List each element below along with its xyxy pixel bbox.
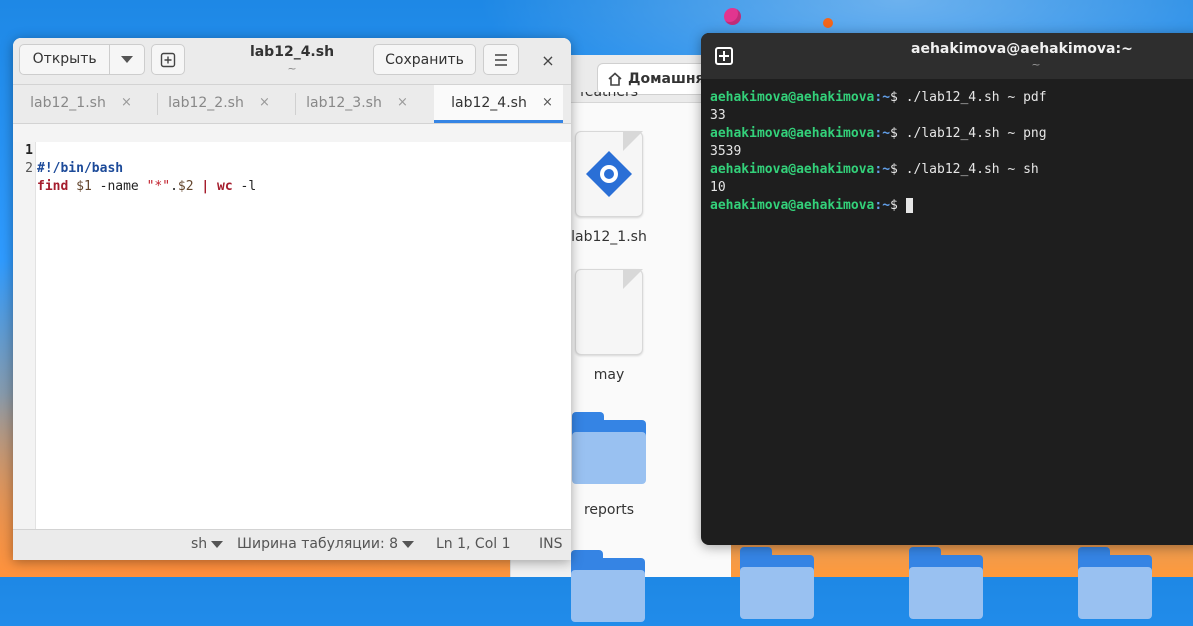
prompt-user: aehakimova@aehakimova <box>710 198 875 213</box>
prompt-user: aehakimova@aehakimova <box>710 90 875 105</box>
code-editor-area[interactable]: 1 #!/bin/bash 2 find $1 -name "*".$2 | w… <box>13 124 571 530</box>
file-item-label: feathers <box>579 92 639 100</box>
save-button[interactable]: Сохранить <box>373 44 476 75</box>
tab-close-icon[interactable]: × <box>542 95 553 110</box>
chevron-down-icon <box>211 540 224 548</box>
new-tab-icon[interactable] <box>715 47 733 65</box>
terminal-output-line: 33 <box>710 108 726 123</box>
new-tab-button[interactable] <box>151 44 185 75</box>
terminal-output-line: 10 <box>710 180 726 195</box>
editor-headerbar: Открыть lab12_4.sh ~ Сохранить × <box>13 38 571 85</box>
code-pipe: | <box>193 179 218 194</box>
insert-mode: INS <box>539 536 563 552</box>
code-text: . <box>170 179 178 194</box>
prompt-symbol: $ <box>890 126 906 141</box>
terminal-command: ./lab12_4.sh ~ pdf <box>905 90 1047 105</box>
folder-icon[interactable] <box>737 545 817 619</box>
tab-close-icon[interactable]: × <box>259 95 270 110</box>
terminal-window: aehakimova@aehakimova:~ ~ aehakimova@aeh… <box>701 33 1193 545</box>
window-subtitle: ~ <box>1031 58 1041 71</box>
code-variable: $2 <box>177 179 194 194</box>
wallpaper-balloon-pink <box>724 8 741 25</box>
code-string: "*" <box>146 179 171 194</box>
folder-icon[interactable] <box>906 545 986 619</box>
chevron-down-icon <box>402 540 415 548</box>
window-title: aehakimova@aehakimova:~ <box>911 41 1133 57</box>
shell-script-icon <box>575 131 643 217</box>
folder-icon[interactable] <box>1075 545 1155 619</box>
window-title: lab12_4.sh <box>249 44 335 60</box>
cursor-position[interactable]: Ln 1, Col 1 <box>436 536 511 552</box>
insert-mode-label: INS <box>539 536 563 552</box>
folder-icon <box>570 410 648 488</box>
window-subtitle: ~ <box>287 62 297 75</box>
cursor-position-label: Ln 1, Col 1 <box>436 536 511 552</box>
close-icon[interactable]: × <box>537 50 559 72</box>
open-menu-button[interactable] <box>110 56 144 63</box>
tab-width-label: Ширина табуляции: 8 <box>237 536 399 552</box>
prompt-path: :~ <box>874 198 891 213</box>
prompt-symbol: $ <box>890 90 906 105</box>
terminal-command-line: aehakimova@aehakimova:~$ ./lab12_4.sh ~ … <box>710 125 1193 143</box>
prompt-symbol: $ <box>890 198 906 213</box>
prompt-symbol: $ <box>890 162 906 177</box>
code-line[interactable]: 1 #!/bin/bash <box>13 124 571 176</box>
prompt-user: aehakimova@aehakimova <box>710 162 875 177</box>
terminal-command-line: aehakimova@aehakimova:~$ ./lab12_4.sh ~ … <box>710 161 1193 179</box>
prompt-path: :~ <box>874 126 891 141</box>
chevron-down-icon <box>121 56 134 63</box>
hamburger-menu-icon <box>495 53 507 66</box>
tab-label: lab12_1.sh <box>30 95 106 111</box>
terminal-command: ./lab12_4.sh ~ png <box>905 126 1047 141</box>
terminal-output-line: 3539 <box>710 144 742 159</box>
terminal-active-prompt[interactable]: aehakimova@aehakimova:~$ <box>710 197 1193 215</box>
tab-lab12-1[interactable]: lab12_1.sh × <box>13 85 151 123</box>
tab-lab12-3[interactable]: lab12_3.sh × <box>289 85 427 123</box>
code-keyword: find <box>37 179 69 194</box>
tab-label: lab12_2.sh <box>168 95 244 111</box>
open-button[interactable]: Открыть <box>20 45 111 74</box>
tab-label: lab12_4.sh <box>451 95 527 111</box>
editor-tab-bar: lab12_1.sh × lab12_2.sh × lab12_3.sh × l… <box>13 85 571 124</box>
home-icon <box>608 72 622 86</box>
tab-close-icon[interactable]: × <box>121 95 132 110</box>
main-menu-button[interactable] <box>483 44 519 75</box>
tab-close-icon[interactable]: × <box>397 95 408 110</box>
tab-label: lab12_3.sh <box>306 95 382 111</box>
prompt-path: :~ <box>874 90 891 105</box>
code-line[interactable]: 2 find $1 -name "*".$2 | wc -l <box>13 142 571 194</box>
language-selector[interactable]: sh <box>191 536 224 552</box>
text-document-icon <box>575 269 643 355</box>
code-text: -name <box>91 179 147 194</box>
prompt-path: :~ <box>874 162 891 177</box>
prompt-user: aehakimova@aehakimova <box>710 126 875 141</box>
tab-lab12-4[interactable]: lab12_4.sh × <box>434 85 563 123</box>
code-variable: $1 <box>76 179 92 194</box>
text-cursor <box>905 198 913 213</box>
code-text: -l <box>232 179 257 194</box>
code-keyword: wc <box>217 179 233 194</box>
tab-lab12-2[interactable]: lab12_2.sh × <box>151 85 289 123</box>
editor-statusbar: sh Ширина табуляции: 8 Ln 1, Col 1 INS <box>13 529 571 560</box>
text-editor-window: Открыть lab12_4.sh ~ Сохранить × lab12_1… <box>13 38 571 560</box>
tab-width-selector[interactable]: Ширина табуляции: 8 <box>237 536 415 552</box>
terminal-headerbar: aehakimova@aehakimova:~ ~ <box>701 33 1193 79</box>
folder-icon[interactable] <box>569 548 647 626</box>
line-number: 2 <box>25 161 33 176</box>
terminal-output[interactable]: aehakimova@aehakimova:~$ ./lab12_4.sh ~ … <box>710 89 1193 215</box>
open-button-group: Открыть <box>19 44 145 75</box>
terminal-command: ./lab12_4.sh ~ sh <box>905 162 1039 177</box>
language-label: sh <box>191 536 208 552</box>
terminal-command-line: aehakimova@aehakimova:~$ ./lab12_4.sh ~ … <box>710 89 1193 107</box>
new-tab-icon <box>160 52 176 67</box>
wallpaper-balloon-orange <box>823 18 833 28</box>
